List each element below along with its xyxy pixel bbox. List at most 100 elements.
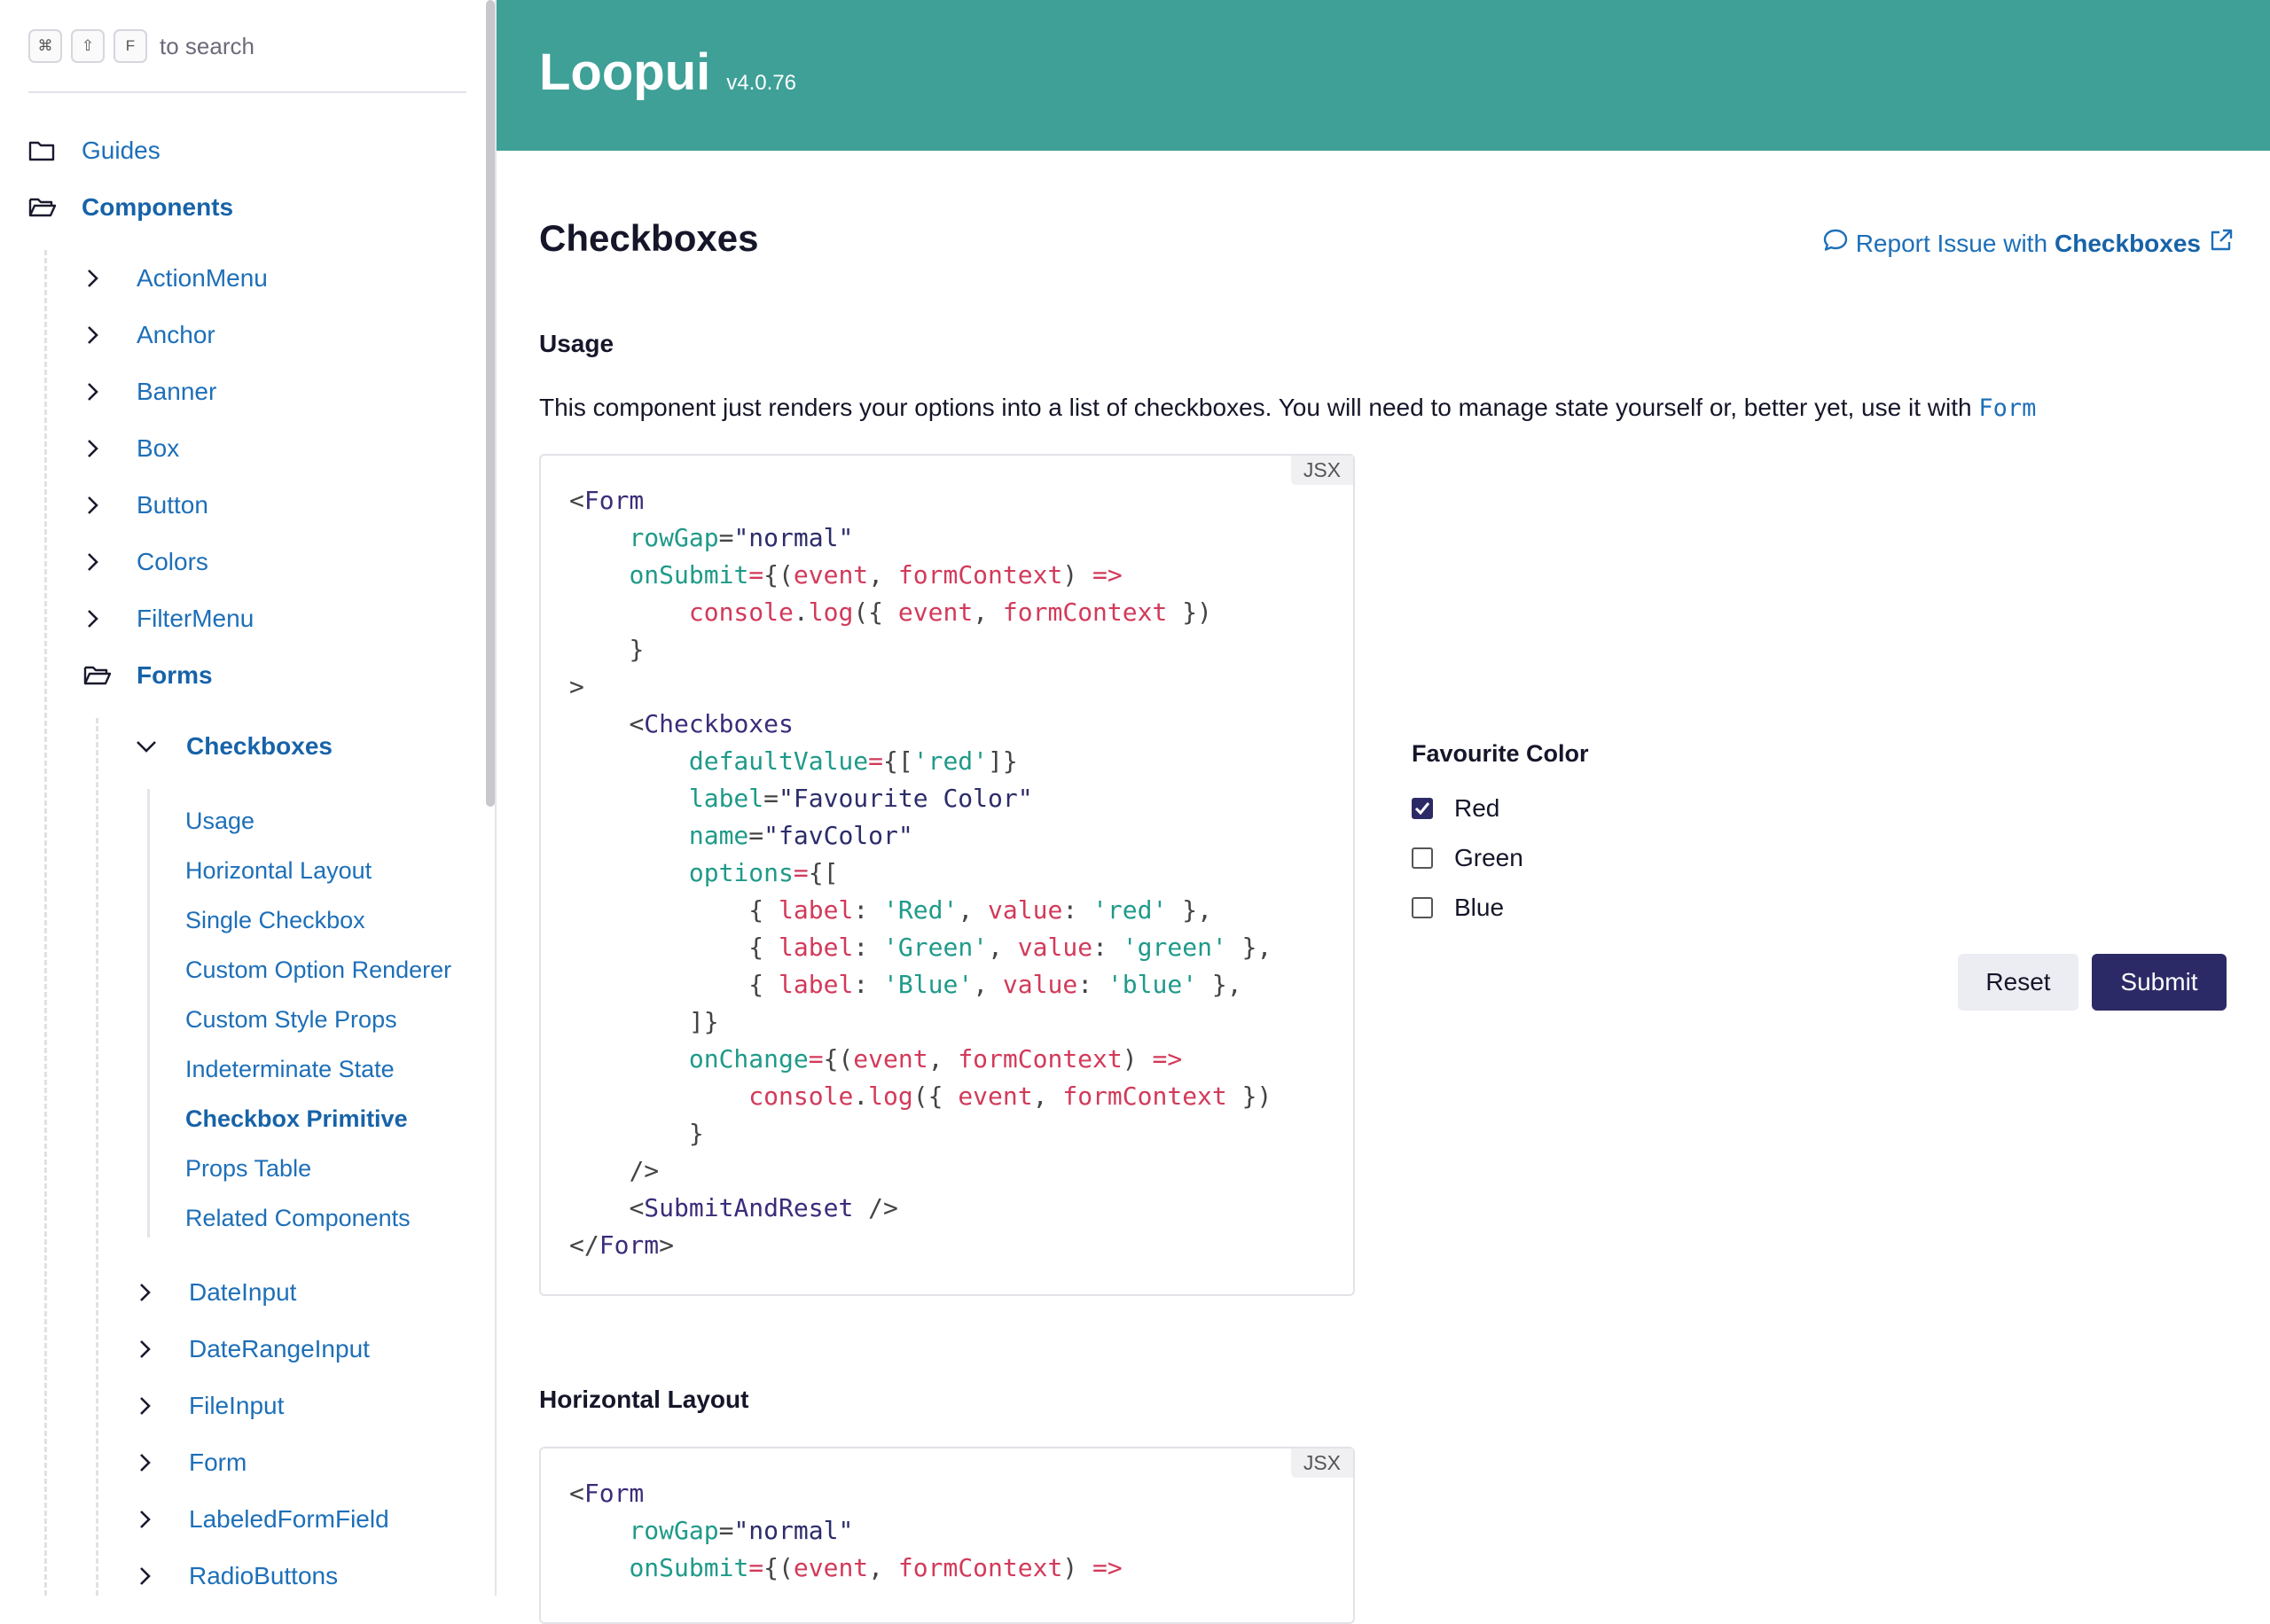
usage-description: This component just renders your options… [539,394,2036,422]
section-guide-line [147,789,150,1238]
sidebar: ⌘ ⇧ F to search Guides Components Action… [0,0,497,1596]
page-title: Checkboxes [539,217,759,259]
section-link-checkbox-primitive[interactable]: Checkbox Primitive [185,1101,408,1136]
sidebar-item-label: RadioButtons [189,1562,339,1589]
shift-key: ⇧ [71,29,105,63]
sidebar-item-anchor[interactable]: Anchor [85,317,215,353]
search-shortcut-hint[interactable]: ⌘ ⇧ F to search [28,29,254,63]
brand-logo-text[interactable]: Loopui [539,43,710,102]
code-language-tag: JSX [1290,456,1353,485]
section-link-indeterminate-state[interactable]: Indeterminate State [185,1051,395,1087]
sidebar-item-fileinput[interactable]: FileInput [137,1388,284,1424]
external-link-icon [2208,227,2235,260]
sidebar-item-actionmenu[interactable]: ActionMenu [85,261,268,296]
chevron-right-icon [85,601,112,636]
chevron-right-icon [85,317,112,353]
sidebar-item-button[interactable]: Button [85,488,208,523]
checkbox-label: Red [1454,794,1500,822]
sidebar-item-label: Components [82,193,234,221]
section-link-label: Custom Option Renderer [185,956,452,983]
checkbox-checked-icon[interactable] [1412,798,1433,819]
top-header: Loopui v4.0.76 [497,0,2270,151]
search-hint-text: to search [160,32,254,59]
section-link-single-checkbox[interactable]: Single Checkbox [185,902,365,938]
code-language-tag: JSX [1290,1448,1353,1478]
tree-guide-line [96,718,98,1596]
sidebar-item-filtermenu[interactable]: FilterMenu [85,601,254,636]
checkbox-option-green[interactable]: Green [1412,833,1589,883]
usage-section-title: Usage [539,330,614,357]
sidebar-item-form[interactable]: Form [137,1445,247,1480]
code-snippet: <Form rowGap="normal" onSubmit={(event, … [569,1479,1123,1582]
sidebar-item-label: DateInput [189,1278,297,1306]
f-key: F [114,29,147,63]
code-snippet: <Form rowGap="normal" onSubmit={(event, … [569,486,1272,1260]
sidebar-item-banner[interactable]: Banner [85,374,216,410]
section-link-label: Indeterminate State [185,1055,395,1082]
horizontal-layout-section-title: Horizontal Layout [539,1386,749,1413]
chevron-right-icon [85,261,112,296]
section-link-label: Checkbox Primitive [185,1105,408,1132]
chevron-right-icon [137,1445,164,1480]
sidebar-item-components[interactable]: Components [28,190,233,225]
chevron-right-icon [85,488,112,523]
chevron-right-icon [85,544,112,580]
sidebar-item-checkboxes[interactable]: Checkboxes [135,729,333,764]
sidebar-item-label: Checkboxes [186,732,333,760]
checkbox-option-red[interactable]: Red [1412,784,1589,833]
sidebar-item-label: FileInput [189,1392,285,1419]
section-link-custom-option-renderer[interactable]: Custom Option Renderer [185,952,451,988]
sidebar-item-guides[interactable]: Guides [28,133,160,168]
sidebar-item-radiobuttons[interactable]: RadioButtons [137,1558,338,1594]
usage-description-text: This component just renders your options… [539,394,1972,421]
sidebar-item-label: FilterMenu [137,605,254,632]
section-link-label: Usage [185,807,255,834]
section-link-props-table[interactable]: Props Table [185,1151,311,1186]
folder-open-icon [83,658,115,693]
checkbox-unchecked-icon[interactable] [1412,897,1433,918]
folder-open-icon [28,190,60,225]
sidebar-divider [28,91,466,93]
section-link-label: Props Table [185,1154,312,1182]
chevron-right-icon [137,1275,164,1310]
sidebar-item-label: DateRangeInput [189,1335,370,1362]
section-link-usage[interactable]: Usage [185,803,254,839]
sidebar-item-labeledformfield[interactable]: LabeledFormField [137,1502,389,1537]
checkbox-unchecked-icon[interactable] [1412,847,1433,869]
tree-guide-line [44,250,47,1596]
checkbox-option-blue[interactable]: Blue [1412,883,1589,933]
form-code-link[interactable]: Form [1978,394,2036,422]
sidebar-item-colors[interactable]: Colors [85,544,208,580]
comment-icon [1822,227,1849,260]
sidebar-item-label: Button [137,491,208,519]
chevron-down-icon [135,729,161,764]
horizontal-code-block[interactable]: JSX <Form rowGap="normal" onSubmit={(eve… [539,1447,1355,1624]
sidebar-item-dateinput[interactable]: DateInput [137,1275,296,1310]
chevron-right-icon [137,1331,164,1367]
section-link-related-components[interactable]: Related Components [185,1200,411,1236]
sidebar-item-box[interactable]: Box [85,431,179,466]
sidebar-item-label: Box [137,434,180,462]
version-label: v4.0.76 [726,71,796,95]
sidebar-item-label: Anchor [137,321,215,348]
checkbox-label: Green [1454,844,1523,871]
sidebar-scrollbar[interactable] [486,0,495,807]
sidebar-item-label: LabeledFormField [189,1505,389,1533]
report-issue-component: Checkboxes [2055,229,2201,257]
command-key: ⌘ [28,29,62,63]
sidebar-item-daterangeinput[interactable]: DateRangeInput [137,1331,370,1367]
section-link-custom-style-props[interactable]: Custom Style Props [185,1002,397,1037]
sidebar-item-label: Colors [137,548,208,575]
chevron-right-icon [85,431,112,466]
reset-button[interactable]: Reset [1958,954,2078,1011]
chevron-right-icon [137,1502,164,1537]
submit-button[interactable]: Submit [2092,954,2227,1011]
sidebar-item-label: Forms [137,661,213,689]
sidebar-item-forms[interactable]: Forms [83,658,213,693]
usage-code-block[interactable]: JSX <Form rowGap="normal" onSubmit={(eve… [539,454,1355,1296]
chevron-right-icon [137,1558,164,1594]
fieldset-legend: Favourite Color [1412,740,1589,767]
section-link-label: Related Components [185,1204,411,1231]
report-issue-link[interactable]: Report Issue with Checkboxes [1822,227,2235,260]
section-link-horizontal-layout[interactable]: Horizontal Layout [185,853,372,888]
